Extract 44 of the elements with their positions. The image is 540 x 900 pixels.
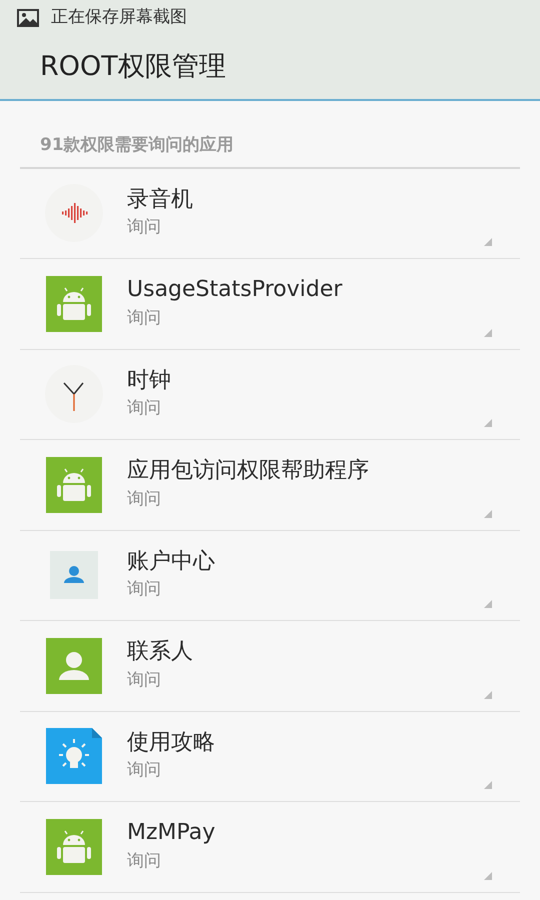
notification-text: 正在保存屏幕截图 [51,6,187,29]
app-name: 联系人 [127,638,193,666]
permission-status: 询问 [127,488,162,511]
app-list-item[interactable]: 应用包访问权限帮助程序 询问 [20,440,520,530]
section-header: 91款权限需要询问的应用 [40,135,234,155]
dropdown-corner-icon [484,781,492,789]
dropdown-corner-icon [484,238,492,246]
permission-status: 询问 [127,850,162,873]
app-name: 使用攻略 [127,728,215,756]
app-name: 时钟 [127,366,171,394]
dropdown-corner-icon [484,328,492,336]
image-icon [17,8,39,26]
app-list-item[interactable]: 联系人 询问 [20,621,520,712]
lightbulb-icon [46,728,102,784]
app-name: MzMPay [127,819,216,847]
android-icon [46,456,102,513]
dropdown-corner-icon [484,690,492,698]
dropdown-corner-icon [484,872,492,880]
app-name: 录音机 [127,186,193,214]
dropdown-corner-icon [484,510,492,518]
waveform-icon [44,184,102,242]
app-list-item[interactable]: 账户中心 询问 [20,530,520,621]
permission-status: 询问 [127,397,162,420]
android-icon [46,276,102,332]
android-icon [46,818,102,875]
app-name: 账户中心 [127,548,215,576]
app-name: UsageStatsProvider [127,276,342,304]
app-name: 应用包访问权限帮助程序 [127,457,369,485]
dropdown-corner-icon [484,600,492,608]
person-icon [46,638,102,694]
page-title: ROOT权限管理 [40,50,226,84]
app-list-item[interactable]: 使用攻略 询问 [20,712,520,802]
dropdown-corner-icon [484,419,492,427]
permission-status: 询问 [127,306,162,330]
permission-status: 询问 [127,668,162,692]
app-list-item[interactable]: MzMPay 询问 [20,802,520,892]
person-icon [50,551,98,600]
app-list-item[interactable]: 录音机 询问 [20,168,520,259]
permission-status: 询问 [127,216,162,240]
permission-status: 询问 [127,578,162,602]
clock-icon [44,365,102,424]
app-list-item[interactable]: 时钟 询问 [20,350,520,440]
permission-status: 询问 [127,759,162,782]
app-list-item[interactable]: UsageStatsProvider 询问 [20,259,520,350]
